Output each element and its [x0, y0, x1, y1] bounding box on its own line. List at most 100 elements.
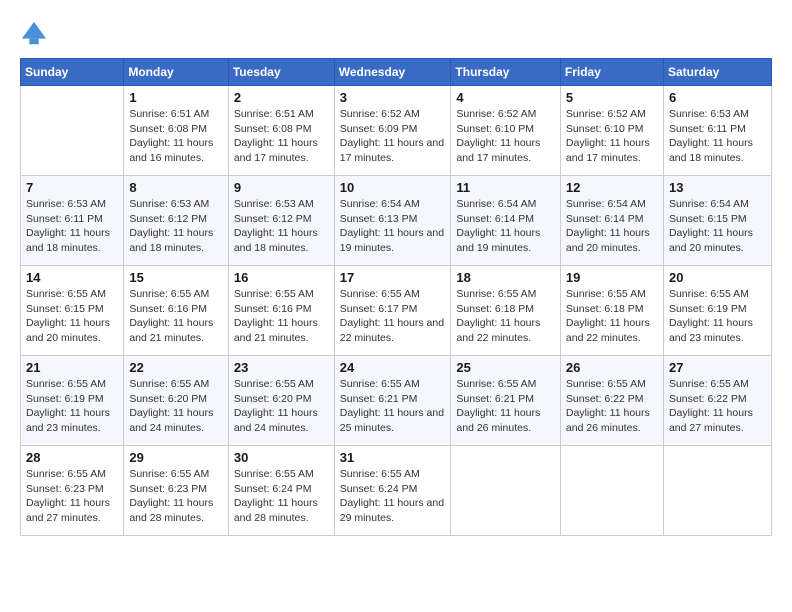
logo [20, 20, 52, 48]
weekday-header-monday: Monday [124, 59, 229, 86]
calendar-week-3: 14Sunrise: 6:55 AMSunset: 6:15 PMDayligh… [21, 266, 772, 356]
sunrise-text: Sunrise: 6:54 AM [566, 197, 658, 212]
day-number: 13 [669, 180, 766, 195]
day-info: Sunrise: 6:55 AMSunset: 6:23 PMDaylight:… [129, 467, 223, 526]
calendar-cell: 3Sunrise: 6:52 AMSunset: 6:09 PMDaylight… [334, 86, 451, 176]
calendar-cell: 24 Sunrise: 6:55 AMSunset: 6:21 PMDayligh… [334, 356, 451, 446]
daylight-text: Daylight: 11 hours and 18 minutes. [234, 226, 329, 255]
day-number: 29 [129, 450, 223, 465]
sunrise-text: Sunrise: 6:55 AM [129, 467, 223, 482]
day-info: Sunrise: 6:55 AMSunset: 6:21 PMDaylight:… [456, 377, 554, 436]
sunset-text: Sunset: 6:23 PM [129, 482, 223, 497]
sunset-text: Sunset: 6:16 PM [234, 302, 329, 317]
calendar-cell: 28Sunrise: 6:55 AMSunset: 6:23 PMDayligh… [21, 446, 124, 536]
day-number: 7 [26, 180, 118, 195]
daylight-text: Daylight: 11 hours and 19 minutes. [456, 226, 554, 255]
sunrise-text: Sunrise: 6:55 AM [340, 377, 446, 392]
sunset-text: Sunset: 6:23 PM [26, 482, 118, 497]
sunset-text: Sunset: 6:20 PM [234, 392, 329, 407]
sunset-text: Sunset: 6:15 PM [26, 302, 118, 317]
calendar-cell: 5Sunrise: 6:52 AMSunset: 6:10 PMDaylight… [560, 86, 663, 176]
daylight-text: Daylight: 11 hours and 22 minutes. [456, 316, 554, 345]
day-info: Sunrise: 6:54 AMSunset: 6:14 PMDaylight:… [566, 197, 658, 256]
calendar-cell [21, 86, 124, 176]
calendar-cell [451, 446, 560, 536]
day-number: 5 [566, 90, 658, 105]
sunset-text: Sunset: 6:12 PM [129, 212, 223, 227]
calendar-cell: 9Sunrise: 6:53 AMSunset: 6:12 PMDaylight… [228, 176, 334, 266]
sunrise-text: Sunrise: 6:55 AM [26, 287, 118, 302]
day-info: Sunrise: 6:53 AMSunset: 6:12 PMDaylight:… [234, 197, 329, 256]
weekday-header-saturday: Saturday [663, 59, 771, 86]
calendar-cell: 7Sunrise: 6:53 AMSunset: 6:11 PMDaylight… [21, 176, 124, 266]
daylight-text: Daylight: 11 hours and 24 minutes. [234, 406, 329, 435]
calendar-cell: 2Sunrise: 6:51 AMSunset: 6:08 PMDaylight… [228, 86, 334, 176]
daylight-text: Daylight: 11 hours and 16 minutes. [129, 136, 223, 165]
sunset-text: Sunset: 6:11 PM [26, 212, 118, 227]
calendar-cell: 11Sunrise: 6:54 AMSunset: 6:14 PMDayligh… [451, 176, 560, 266]
sunset-text: Sunset: 6:15 PM [669, 212, 766, 227]
day-number: 15 [129, 270, 223, 285]
calendar-cell: 27Sunrise: 6:55 AMSunset: 6:22 PMDayligh… [663, 356, 771, 446]
sunset-text: Sunset: 6:09 PM [340, 122, 446, 137]
calendar-cell: 20Sunrise: 6:55 AMSunset: 6:19 PMDayligh… [663, 266, 771, 356]
calendar-cell: 1Sunrise: 6:51 AMSunset: 6:08 PMDaylight… [124, 86, 229, 176]
calendar-cell [560, 446, 663, 536]
calendar-cell: 6Sunrise: 6:53 AMSunset: 6:11 PMDaylight… [663, 86, 771, 176]
daylight-text: Daylight: 11 hours and 22 minutes. [566, 316, 658, 345]
daylight-text: Daylight: 11 hours and 20 minutes. [26, 316, 118, 345]
calendar-body: 1Sunrise: 6:51 AMSunset: 6:08 PMDaylight… [21, 86, 772, 536]
sunset-text: Sunset: 6:14 PM [566, 212, 658, 227]
day-info: Sunrise: 6:55 AMSunset: 6:23 PMDaylight:… [26, 467, 118, 526]
day-number: 26 [566, 360, 658, 375]
day-info: Sunrise: 6:55 AMSunset: 6:20 PMDaylight:… [129, 377, 223, 436]
sunrise-text: Sunrise: 6:55 AM [129, 287, 223, 302]
daylight-text: Daylight: 11 hours and 17 minutes. [456, 136, 554, 165]
sunrise-text: Sunrise: 6:55 AM [26, 377, 118, 392]
calendar-cell: 30Sunrise: 6:55 AMSunset: 6:24 PMDayligh… [228, 446, 334, 536]
day-number: 30 [234, 450, 329, 465]
sunset-text: Sunset: 6:08 PM [234, 122, 329, 137]
daylight-text: Daylight: 11 hours and 25 minutes. [340, 406, 446, 435]
calendar-cell: 8Sunrise: 6:53 AMSunset: 6:12 PMDaylight… [124, 176, 229, 266]
sunrise-text: Sunrise: 6:55 AM [26, 467, 118, 482]
sunrise-text: Sunrise: 6:55 AM [566, 377, 658, 392]
day-number: 19 [566, 270, 658, 285]
sunrise-text: Sunrise: 6:55 AM [234, 377, 329, 392]
daylight-text: Daylight: 11 hours and 19 minutes. [340, 226, 446, 255]
day-info: Sunrise: 6:55 AMSunset: 6:21 PMDaylight:… [340, 377, 446, 436]
day-info: Sunrise: 6:55 AMSunset: 6:22 PMDaylight:… [669, 377, 766, 436]
day-number: 20 [669, 270, 766, 285]
day-number: 4 [456, 90, 554, 105]
calendar-cell: 26 Sunrise: 6:55 AMSunset: 6:22 PMDayligh… [560, 356, 663, 446]
day-info: Sunrise: 6:55 AMSunset: 6:20 PMDaylight:… [234, 377, 329, 436]
day-info: Sunrise: 6:55 AMSunset: 6:19 PMDaylight:… [26, 377, 118, 436]
calendar-cell: 25Sunrise: 6:55 AMSunset: 6:21 PMDayligh… [451, 356, 560, 446]
sunrise-text: Sunrise: 6:55 AM [456, 287, 554, 302]
day-info: Sunrise: 6:55 AMSunset: 6:22 PMDaylight:… [566, 377, 658, 436]
weekday-header-sunday: Sunday [21, 59, 124, 86]
sunset-text: Sunset: 6:14 PM [456, 212, 554, 227]
calendar-cell: 19Sunrise: 6:55 AMSunset: 6:18 PMDayligh… [560, 266, 663, 356]
sunrise-text: Sunrise: 6:55 AM [669, 287, 766, 302]
day-info: Sunrise: 6:54 AMSunset: 6:14 PMDaylight:… [456, 197, 554, 256]
day-info: Sunrise: 6:55 AMSunset: 6:16 PMDaylight:… [129, 287, 223, 346]
daylight-text: Daylight: 11 hours and 20 minutes. [566, 226, 658, 255]
sunrise-text: Sunrise: 6:54 AM [340, 197, 446, 212]
sunrise-text: Sunrise: 6:53 AM [129, 197, 223, 212]
calendar-cell: 13 Sunrise: 6:54 AMSunset: 6:15 PMDayligh… [663, 176, 771, 266]
day-number: 22 [129, 360, 223, 375]
day-info: Sunrise: 6:54 AMSunset: 6:15 PMDaylight:… [669, 197, 766, 256]
sunrise-text: Sunrise: 6:54 AM [669, 197, 766, 212]
daylight-text: Daylight: 11 hours and 21 minutes. [234, 316, 329, 345]
sunset-text: Sunset: 6:16 PM [129, 302, 223, 317]
weekday-header-wednesday: Wednesday [334, 59, 451, 86]
weekday-header-tuesday: Tuesday [228, 59, 334, 86]
sunrise-text: Sunrise: 6:55 AM [340, 467, 446, 482]
sunset-text: Sunset: 6:08 PM [129, 122, 223, 137]
daylight-text: Daylight: 11 hours and 24 minutes. [129, 406, 223, 435]
day-number: 18 [456, 270, 554, 285]
page-header [20, 20, 772, 48]
day-number: 24 [340, 360, 446, 375]
daylight-text: Daylight: 11 hours and 17 minutes. [234, 136, 329, 165]
